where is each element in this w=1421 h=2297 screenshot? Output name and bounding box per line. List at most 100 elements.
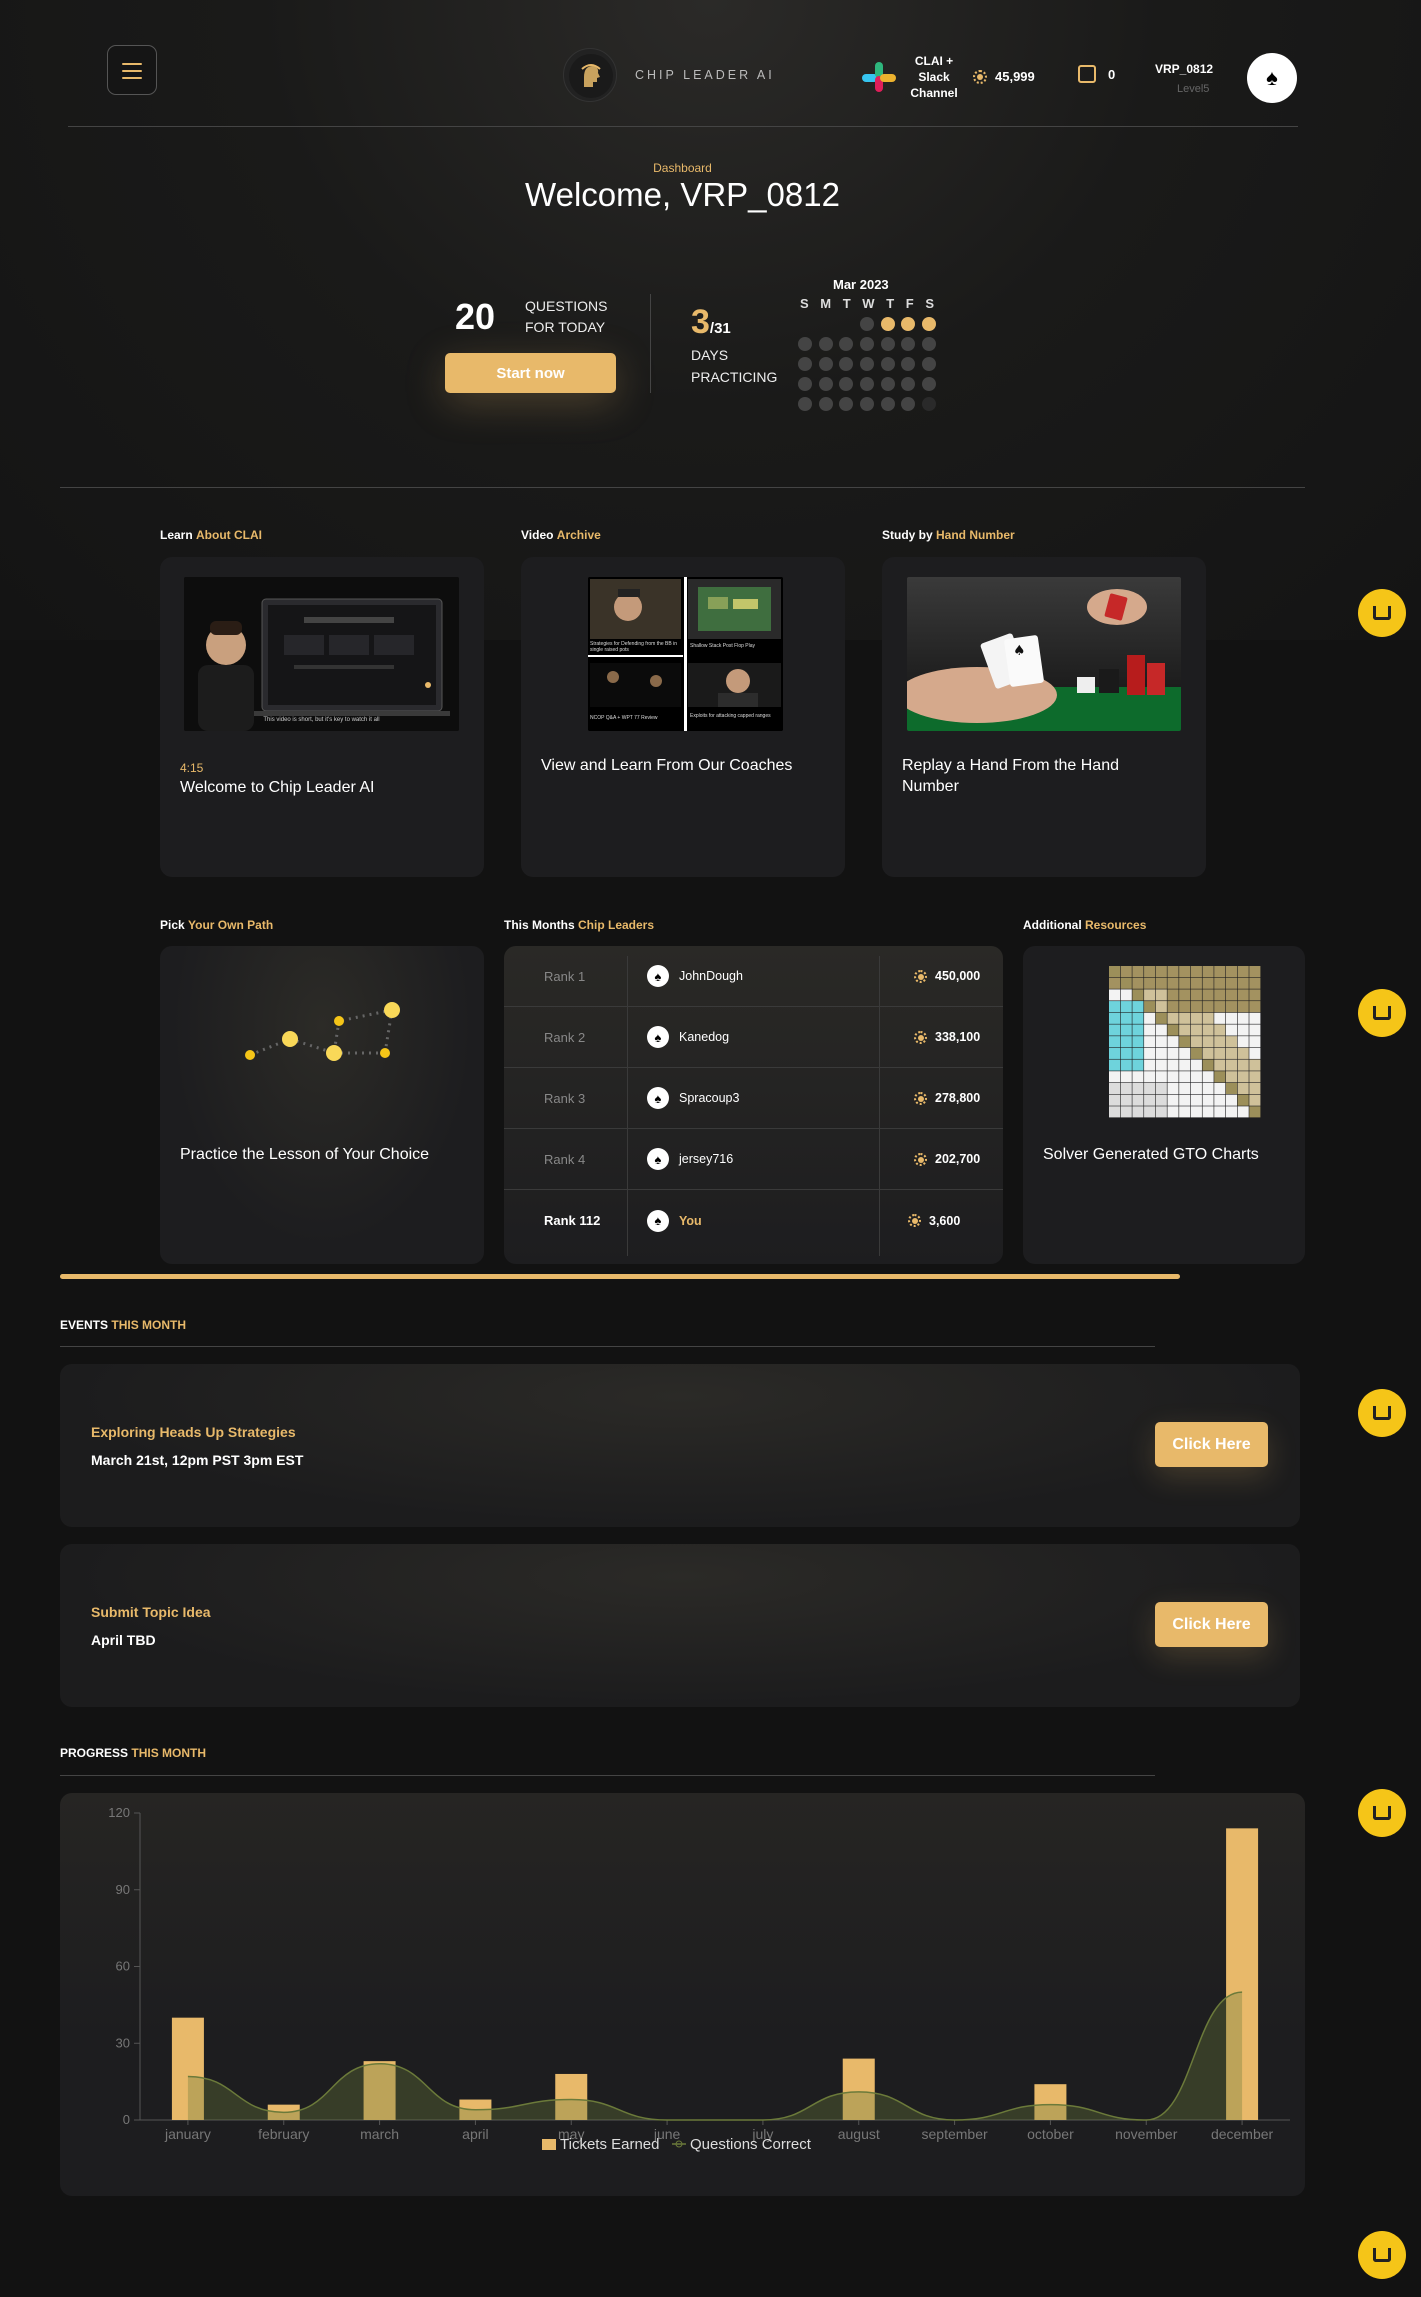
gto-cell <box>1237 1047 1249 1059</box>
calendar-day[interactable] <box>818 377 833 391</box>
card-video-archive[interactable]: Strategies for Defending from the BB in … <box>521 557 845 877</box>
leaderboard-row[interactable]: Rank 4 ♠ jersey716 202,700 <box>504 1129 1003 1190</box>
player-score-value: 278,800 <box>935 1091 981 1105</box>
card-hand-number[interactable]: ♠ Replay a Hand From the Hand Number <box>882 557 1206 877</box>
card-learn-about[interactable]: This video is short, but it's key to wat… <box>160 557 484 877</box>
calendar-day[interactable] <box>921 357 936 371</box>
menu-button[interactable] <box>107 45 157 95</box>
chat-widget-icon[interactable] <box>1358 589 1406 637</box>
calendar-day[interactable] <box>859 377 874 391</box>
calendar-day[interactable] <box>880 337 895 351</box>
calendar-day[interactable] <box>921 397 936 411</box>
calendar-day[interactable] <box>839 357 854 371</box>
event-click-here-button[interactable]: Click Here <box>1155 1422 1268 1467</box>
calendar-day[interactable] <box>901 377 916 391</box>
gto-cell <box>1214 977 1226 989</box>
archive-collage[interactable]: Strategies for Defending from the BB in … <box>588 577 783 731</box>
user-avatar[interactable]: ♠ <box>1247 53 1297 103</box>
weekday-label: M <box>820 296 832 311</box>
gto-cell <box>1202 977 1214 989</box>
gto-cell <box>1155 1012 1167 1024</box>
calendar-day[interactable] <box>880 317 895 331</box>
calendar-day[interactable] <box>880 357 895 371</box>
gto-cell <box>1109 977 1121 989</box>
calendar-day[interactable] <box>901 357 916 371</box>
calendar-day[interactable] <box>818 337 833 351</box>
gto-cell <box>1225 1001 1238 1013</box>
gto-cell <box>1155 1082 1167 1095</box>
gto-cell <box>1179 966 1191 978</box>
chat-widget-icon[interactable] <box>1358 989 1406 1037</box>
gto-cell <box>1202 966 1214 978</box>
calendar-day[interactable] <box>880 397 895 411</box>
calendar-day[interactable] <box>839 377 854 391</box>
gto-cell <box>1237 1001 1249 1013</box>
gto-cell <box>1237 1036 1249 1048</box>
calendar-day[interactable] <box>880 377 895 391</box>
card-choose-path[interactable]: Practice the Lesson of Your Choice <box>160 946 484 1264</box>
gto-cell <box>1179 1036 1191 1048</box>
calendar-day[interactable] <box>859 357 874 371</box>
ticket-count-value: 0 <box>1108 66 1116 82</box>
gto-cell <box>1109 1071 1121 1083</box>
calendar-grid <box>798 317 936 411</box>
calendar-day[interactable] <box>901 397 916 411</box>
calendar-day[interactable] <box>798 337 812 351</box>
leaderboard-row[interactable]: Rank 112 ♠ You 3,600 <box>504 1190 1003 1251</box>
event-click-here-button[interactable]: Click Here <box>1155 1602 1268 1647</box>
calendar-day[interactable] <box>859 397 874 411</box>
calendar-day[interactable] <box>839 397 854 411</box>
calendar-day[interactable] <box>901 337 916 351</box>
section-label-archive: Video Archive <box>521 528 601 542</box>
calendar-day[interactable] <box>901 317 916 331</box>
username[interactable]: VRP_0812 <box>1155 62 1213 76</box>
calendar-day[interactable] <box>859 337 874 351</box>
gto-cell <box>1144 1036 1156 1048</box>
gto-cell <box>1144 1012 1156 1024</box>
slack-icon[interactable] <box>862 60 896 94</box>
leaderboard-row[interactable]: Rank 2 ♠ Kanedog 338,100 <box>504 1007 1003 1068</box>
calendar-day[interactable] <box>859 317 874 331</box>
gto-cell <box>1155 977 1167 989</box>
calendar-day[interactable] <box>818 397 833 411</box>
weekday-label: W <box>862 296 875 311</box>
start-now-button[interactable]: Start now <box>445 353 616 393</box>
video-thumbnail[interactable]: This video is short, but it's key to wat… <box>184 577 459 731</box>
brand-logo-icon[interactable] <box>563 48 617 102</box>
gto-cell <box>1109 1106 1121 1118</box>
calendar-day[interactable] <box>798 357 812 371</box>
section-label-leaders: This Months Chip Leaders <box>504 918 655 932</box>
event-title: Submit Topic Idea <box>91 1604 211 1620</box>
leaderboard-row[interactable]: Rank 1 ♠ JohnDough 450,000 <box>504 946 1003 1007</box>
calendar-day[interactable] <box>921 317 936 331</box>
calendar-day[interactable] <box>798 397 812 411</box>
gto-cell <box>1109 1082 1121 1095</box>
x-tick-label: october <box>1027 2126 1074 2142</box>
chat-widget-icon[interactable] <box>1358 1789 1406 1837</box>
card-title: Welcome to Chip Leader AI <box>180 779 375 796</box>
gto-cell <box>1179 989 1191 1001</box>
calendar-day[interactable] <box>921 377 936 391</box>
slack-channel-link[interactable]: CLAI + Slack Channel <box>903 53 965 101</box>
brand-name[interactable]: CHIP LEADER AI <box>635 68 775 82</box>
gto-cell <box>1214 1082 1226 1095</box>
y-tick-label: 120 <box>108 1805 130 1820</box>
chip-icon <box>973 69 987 84</box>
header-divider <box>68 126 1298 127</box>
calendar-day[interactable] <box>818 357 833 371</box>
leaderboard-row[interactable]: Rank 3 ♠ Spracoup3 278,800 <box>504 1068 1003 1129</box>
calendar-day[interactable] <box>921 337 936 351</box>
gto-cell <box>1225 989 1238 1001</box>
chat-widget-icon[interactable] <box>1358 2231 1406 2279</box>
calendar-day[interactable] <box>798 317 812 331</box>
gto-cell <box>1214 1106 1226 1118</box>
calendar-day[interactable] <box>839 337 854 351</box>
rank-label: Rank 1 <box>544 968 586 984</box>
card-gto-charts[interactable]: Solver Generated GTO Charts <box>1023 946 1305 1264</box>
chat-widget-icon[interactable] <box>1358 1389 1406 1437</box>
gto-cell <box>1167 1106 1179 1118</box>
spade-avatar-icon: ♠ <box>647 1148 669 1170</box>
calendar-day[interactable] <box>819 317 833 331</box>
calendar-day[interactable] <box>798 377 812 391</box>
calendar-day[interactable] <box>839 317 853 331</box>
